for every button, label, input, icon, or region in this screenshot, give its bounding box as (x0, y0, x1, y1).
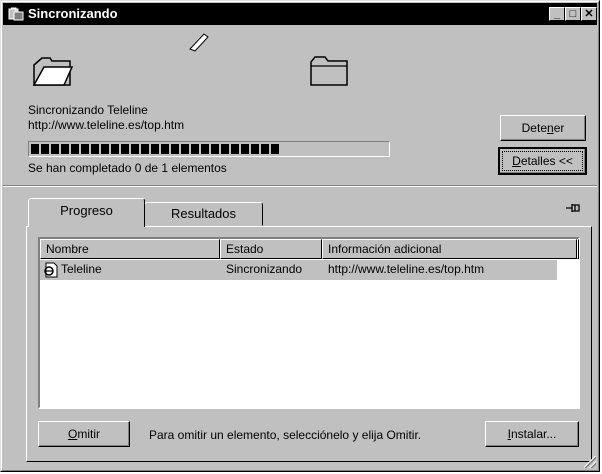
title-bar[interactable]: Sincronizando _ □ ✕ (3, 3, 597, 25)
status-completed: Se han completado 0 de 1 elementos (28, 161, 227, 175)
folder-open-icon (32, 57, 74, 86)
progress-segment (241, 144, 249, 154)
progress-segment (71, 144, 79, 154)
progress-segment (141, 144, 149, 154)
progress-segment (91, 144, 99, 154)
progress-bar (28, 141, 390, 157)
pushpin-icon[interactable] (565, 201, 583, 215)
progress-segment (221, 144, 229, 154)
progress-segment (41, 144, 49, 154)
progress-segment (61, 144, 69, 154)
paper-flying-icon (189, 33, 209, 52)
progress-segment (111, 144, 119, 154)
progress-segment (261, 144, 269, 154)
minimize-button[interactable]: _ (549, 7, 565, 21)
tab-progreso[interactable]: Progreso (28, 198, 145, 227)
progress-segment (121, 144, 129, 154)
progress-segment (201, 144, 209, 154)
sync-icon (8, 7, 24, 21)
row-status: Sincronizando (226, 262, 303, 276)
web-page-icon (44, 262, 58, 278)
progress-segment (31, 144, 39, 154)
details-button[interactable]: Detalles << (498, 147, 587, 175)
maximize-button[interactable]: □ (565, 7, 581, 21)
stop-button[interactable]: Detener (500, 115, 586, 141)
progress-segment (151, 144, 159, 154)
column-header-filler (577, 239, 579, 259)
progress-segment (161, 144, 169, 154)
progress-segment (81, 144, 89, 154)
list-item[interactable]: Teleline Sincronizando http://www.teleli… (40, 260, 557, 280)
progress-segment (231, 144, 239, 154)
row-name: Teleline (61, 262, 102, 276)
folder-icon (310, 56, 348, 86)
progress-segment (251, 144, 259, 154)
progress-segment (101, 144, 109, 154)
row-info: http://www.teleline.es/top.htm (328, 262, 485, 276)
skip-hint: Para omitir un elemento, selecciónelo y … (149, 428, 422, 442)
status-url: http://www.teleline.es/top.htm (28, 118, 185, 132)
progress-segment (271, 144, 279, 154)
column-header-status[interactable]: Estado (220, 239, 322, 259)
skip-button[interactable]: Omitir (38, 421, 130, 447)
progress-segment (211, 144, 219, 154)
close-button[interactable]: ✕ (581, 7, 597, 21)
progress-segment (171, 144, 179, 154)
progress-segment (51, 144, 59, 154)
install-button[interactable]: Instalar... (485, 421, 579, 447)
window-title: Sincronizando (28, 6, 118, 21)
progress-segment (181, 144, 189, 154)
status-line-1: Sincronizando Teleline (28, 103, 148, 117)
items-listview[interactable]: Nombre Estado Información adicional Tele… (38, 237, 580, 409)
tab-resultados[interactable]: Resultados (144, 202, 263, 226)
separator (3, 185, 597, 187)
progress-segment (191, 144, 199, 154)
progress-segment (131, 144, 139, 154)
column-header-info[interactable]: Información adicional (322, 239, 577, 259)
resize-grip[interactable] (584, 456, 596, 468)
sync-window: Sincronizando _ □ ✕ Sincronizando Teleli… (0, 0, 600, 472)
column-header-name[interactable]: Nombre (40, 239, 220, 259)
